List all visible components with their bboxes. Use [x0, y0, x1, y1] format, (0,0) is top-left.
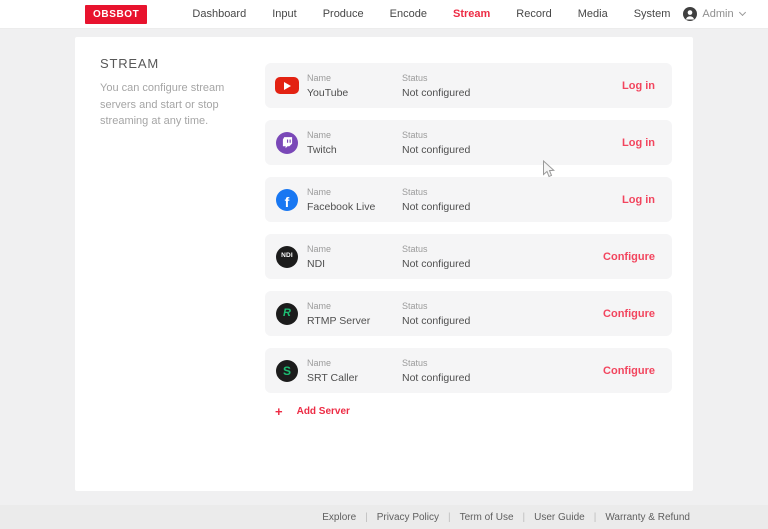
name-label: Name — [307, 301, 402, 311]
status-label: Status — [402, 187, 552, 197]
server-row: f Name Facebook Live Status Not configur… — [265, 177, 672, 222]
footer-link[interactable]: Warranty & Refund — [605, 512, 690, 523]
name-column: Name YouTube — [307, 73, 402, 99]
server-name: Facebook Live — [307, 201, 402, 213]
server-row: Name Twitch Status Not configured Log in — [265, 120, 672, 165]
name-label: Name — [307, 358, 402, 368]
srt-icon: S — [274, 360, 300, 382]
status-column: Status Not configured — [402, 301, 552, 327]
top-nav-bar: OBSBOT Dashboard Input Produce Encode St… — [0, 0, 768, 29]
server-row: S Name SRT Caller Status Not configured … — [265, 348, 672, 393]
main-nav: Dashboard Input Produce Encode Stream Re… — [179, 0, 683, 28]
page-description: You can configure stream servers and sta… — [100, 80, 262, 130]
add-server-button[interactable]: + Add Server — [275, 405, 350, 418]
footer-separator: | — [448, 512, 451, 523]
footer-link[interactable]: Term of Use — [460, 512, 514, 523]
server-status: Not configured — [402, 144, 552, 156]
nav-item[interactable]: Media — [565, 0, 621, 28]
name-column: Name Twitch — [307, 130, 402, 156]
server-action-button[interactable]: Log in — [622, 137, 655, 149]
ndi-icon: NDI — [274, 246, 300, 268]
server-status: Not configured — [402, 315, 552, 327]
footer-link[interactable]: Explore — [322, 512, 356, 523]
server-name: Twitch — [307, 144, 402, 156]
server-row: Name YouTube Status Not configured Log i… — [265, 63, 672, 108]
server-action-button[interactable]: Log in — [622, 194, 655, 206]
nav-item[interactable]: Encode — [377, 0, 440, 28]
youtube-icon — [274, 77, 300, 94]
server-action-button[interactable]: Configure — [603, 308, 655, 320]
add-server-label: Add Server — [297, 406, 350, 417]
footer-separator: | — [365, 512, 368, 523]
footer-separator: | — [523, 512, 526, 523]
server-action-button[interactable]: Configure — [603, 365, 655, 377]
icon-glyph: R — [283, 308, 291, 319]
name-label: Name — [307, 244, 402, 254]
page-title: STREAM — [100, 56, 265, 71]
server-name: NDI — [307, 258, 402, 270]
server-action-button[interactable]: Log in — [622, 80, 655, 92]
name-label: Name — [307, 73, 402, 83]
twitch-icon — [274, 132, 300, 154]
rtmp-icon: R — [274, 303, 300, 325]
server-row: R Name RTMP Server Status Not configured… — [265, 291, 672, 336]
name-label: Name — [307, 187, 402, 197]
status-column: Status Not configured — [402, 130, 552, 156]
nav-item[interactable]: Produce — [310, 0, 377, 28]
name-label: Name — [307, 130, 402, 140]
server-status: Not configured — [402, 258, 552, 270]
server-list: Name YouTube Status Not configured Log i… — [265, 37, 672, 491]
admin-menu[interactable]: Admin — [683, 7, 744, 21]
plus-icon: + — [275, 405, 283, 418]
chevron-down-icon — [739, 9, 746, 16]
status-column: Status Not configured — [402, 73, 552, 99]
stream-sidebar: STREAM You can configure stream servers … — [75, 37, 265, 491]
name-column: Name RTMP Server — [307, 301, 402, 327]
server-status: Not configured — [402, 87, 552, 99]
server-name: RTMP Server — [307, 315, 402, 327]
status-label: Status — [402, 73, 552, 83]
nav-item[interactable]: Dashboard — [179, 0, 259, 28]
footer-link[interactable]: Privacy Policy — [377, 512, 439, 523]
server-row: NDI Name NDI Status Not configured Confi… — [265, 234, 672, 279]
nav-item[interactable]: Record — [503, 0, 564, 28]
server-status: Not configured — [402, 372, 552, 384]
status-column: Status Not configured — [402, 358, 552, 384]
nav-item[interactable]: Input — [259, 0, 309, 28]
footer-link[interactable]: User Guide — [534, 512, 585, 523]
icon-glyph: f — [285, 195, 290, 209]
facebook-icon: f — [274, 189, 300, 211]
status-label: Status — [402, 130, 552, 140]
footer-separator: | — [594, 512, 597, 523]
footer-bar: | Explore | Privacy Policy | Term of Use… — [0, 505, 768, 529]
admin-name: Admin — [702, 8, 733, 20]
icon-glyph: S — [283, 365, 291, 377]
status-label: Status — [402, 244, 552, 254]
status-label: Status — [402, 301, 552, 311]
name-column: Name Facebook Live — [307, 187, 402, 213]
status-label: Status — [402, 358, 552, 368]
name-column: Name NDI — [307, 244, 402, 270]
nav-item[interactable]: System — [621, 0, 684, 28]
server-name: SRT Caller — [307, 372, 402, 384]
icon-glyph: NDI — [281, 253, 293, 260]
nav-item[interactable]: Stream — [440, 0, 503, 28]
name-column: Name SRT Caller — [307, 358, 402, 384]
status-column: Status Not configured — [402, 187, 552, 213]
server-status: Not configured — [402, 201, 552, 213]
status-column: Status Not configured — [402, 244, 552, 270]
server-name: YouTube — [307, 87, 402, 99]
avatar-icon — [683, 7, 697, 21]
stream-panel: STREAM You can configure stream servers … — [75, 37, 693, 491]
obsbot-logo[interactable]: OBSBOT — [85, 5, 147, 24]
server-action-button[interactable]: Configure — [603, 251, 655, 263]
